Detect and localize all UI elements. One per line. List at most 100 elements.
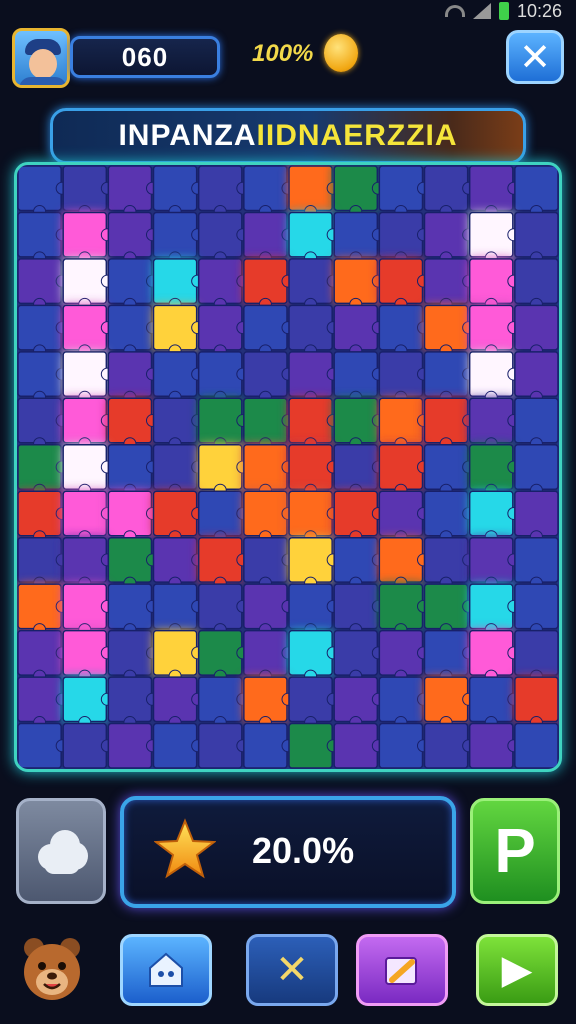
- puzzle-piece[interactable]: [514, 165, 559, 218]
- puzzle-piece[interactable]: [152, 211, 205, 265]
- puzzle-board[interactable]: [14, 162, 562, 772]
- puzzle-piece[interactable]: [62, 258, 114, 311]
- puzzle-piece[interactable]: [197, 397, 250, 451]
- puzzle-piece[interactable]: [243, 304, 295, 358]
- puzzle-piece[interactable]: [468, 536, 521, 590]
- puzzle-piece[interactable]: [423, 211, 476, 265]
- puzzle-piece[interactable]: [333, 444, 385, 497]
- puzzle-piece[interactable]: [243, 258, 295, 311]
- puzzle-piece[interactable]: [514, 676, 559, 730]
- play-button[interactable]: ▶: [476, 934, 558, 1006]
- puzzle-piece[interactable]: [423, 536, 476, 590]
- puzzle-piece[interactable]: [288, 351, 340, 404]
- puzzle-grid[interactable]: [17, 165, 559, 769]
- puzzle-piece[interactable]: [378, 629, 430, 683]
- puzzle-piece[interactable]: [243, 536, 295, 590]
- puzzle-piece[interactable]: [468, 629, 521, 683]
- puzzle-piece[interactable]: [197, 304, 250, 358]
- puzzle-piece[interactable]: [514, 536, 559, 590]
- puzzle-piece[interactable]: [152, 583, 205, 637]
- puzzle-piece[interactable]: [514, 351, 559, 404]
- puzzle-piece[interactable]: [62, 444, 114, 497]
- puzzle-piece[interactable]: [243, 397, 295, 451]
- close-button[interactable]: ✕: [506, 30, 564, 84]
- puzzle-piece[interactable]: [107, 211, 159, 265]
- puzzle-piece[interactable]: [62, 490, 114, 544]
- puzzle-piece[interactable]: [107, 351, 159, 404]
- puzzle-piece[interactable]: [333, 676, 385, 730]
- puzzle-piece[interactable]: [378, 583, 430, 637]
- cancel-button[interactable]: ✕: [246, 934, 338, 1006]
- puzzle-piece[interactable]: [152, 258, 205, 311]
- puzzle-piece[interactable]: [514, 258, 559, 311]
- puzzle-piece[interactable]: [62, 165, 114, 218]
- puzzle-piece[interactable]: [152, 351, 205, 404]
- puzzle-piece[interactable]: [17, 444, 69, 497]
- puzzle-piece[interactable]: [423, 444, 476, 497]
- puzzle-piece[interactable]: [378, 444, 430, 497]
- puzzle-piece[interactable]: [288, 583, 340, 637]
- puzzle-piece[interactable]: [423, 583, 476, 637]
- puzzle-piece[interactable]: [468, 211, 521, 265]
- puzzle-piece[interactable]: [378, 490, 430, 544]
- puzzle-piece[interactable]: [152, 536, 205, 590]
- player-avatar[interactable]: [12, 28, 70, 88]
- puzzle-piece[interactable]: [333, 490, 385, 544]
- puzzle-piece[interactable]: [468, 676, 521, 730]
- puzzle-piece[interactable]: [17, 722, 69, 769]
- puzzle-piece[interactable]: [62, 397, 114, 451]
- puzzle-piece[interactable]: [468, 351, 521, 404]
- puzzle-piece[interactable]: [333, 258, 385, 311]
- puzzle-piece[interactable]: [62, 211, 114, 265]
- puzzle-piece[interactable]: [514, 397, 559, 451]
- puzzle-piece[interactable]: [423, 304, 476, 358]
- puzzle-piece[interactable]: [17, 490, 69, 544]
- puzzle-piece[interactable]: [378, 258, 430, 311]
- puzzle-piece[interactable]: [17, 304, 69, 358]
- puzzle-piece[interactable]: [288, 444, 340, 497]
- bear-mascot-icon[interactable]: [20, 934, 84, 1004]
- puzzle-piece[interactable]: [107, 444, 159, 497]
- puzzle-piece[interactable]: [17, 258, 69, 311]
- puzzle-piece[interactable]: [333, 722, 385, 769]
- puzzle-piece[interactable]: [197, 444, 250, 497]
- puzzle-piece[interactable]: [62, 583, 114, 637]
- puzzle-piece[interactable]: [468, 165, 521, 218]
- puzzle-piece[interactable]: [333, 211, 385, 265]
- puzzle-piece[interactable]: [378, 536, 430, 590]
- puzzle-piece[interactable]: [107, 722, 159, 769]
- puzzle-piece[interactable]: [468, 444, 521, 497]
- puzzle-piece[interactable]: [333, 351, 385, 404]
- puzzle-piece[interactable]: [197, 211, 250, 265]
- puzzle-piece[interactable]: [107, 165, 159, 218]
- puzzle-piece[interactable]: [243, 211, 295, 265]
- puzzle-piece[interactable]: [107, 258, 159, 311]
- puzzle-piece[interactable]: [423, 629, 476, 683]
- puzzle-piece[interactable]: [197, 258, 250, 311]
- puzzle-piece[interactable]: [17, 165, 69, 218]
- puzzle-piece[interactable]: [378, 304, 430, 358]
- puzzle-piece[interactable]: [288, 397, 340, 451]
- puzzle-piece[interactable]: [333, 629, 385, 683]
- puzzle-piece[interactable]: [514, 444, 559, 497]
- puzzle-piece[interactable]: [423, 351, 476, 404]
- puzzle-piece[interactable]: [243, 629, 295, 683]
- puzzle-piece[interactable]: [378, 165, 430, 218]
- puzzle-piece[interactable]: [197, 676, 250, 730]
- puzzle-piece[interactable]: [17, 583, 69, 637]
- puzzle-piece[interactable]: [423, 676, 476, 730]
- puzzle-piece[interactable]: [514, 583, 559, 637]
- puzzle-piece[interactable]: [423, 722, 476, 769]
- puzzle-piece[interactable]: [378, 676, 430, 730]
- puzzle-piece[interactable]: [333, 304, 385, 358]
- puzzle-piece[interactable]: [197, 351, 250, 404]
- puzzle-piece[interactable]: [243, 722, 295, 769]
- puzzle-piece[interactable]: [62, 304, 114, 358]
- puzzle-piece[interactable]: [17, 397, 69, 451]
- puzzle-piece[interactable]: [333, 536, 385, 590]
- puzzle-piece[interactable]: [468, 258, 521, 311]
- puzzle-piece[interactable]: [107, 583, 159, 637]
- puzzle-piece[interactable]: [17, 351, 69, 404]
- puzzle-piece[interactable]: [17, 211, 69, 265]
- puzzle-piece[interactable]: [152, 304, 205, 358]
